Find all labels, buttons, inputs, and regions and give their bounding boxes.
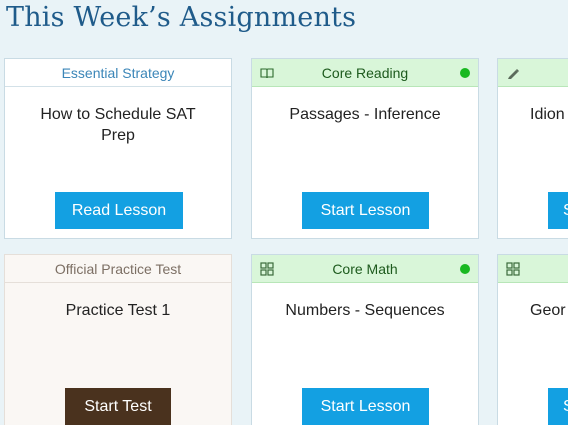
assignment-card-partial: Idion S xyxy=(497,58,568,239)
card-title: How to Schedule SAT Prep xyxy=(40,106,196,144)
card-category: Core Math xyxy=(332,260,398,277)
pencil-icon xyxy=(506,66,520,80)
grid-icon xyxy=(260,262,274,276)
card-category: Essential Strategy xyxy=(5,59,231,87)
assignment-card-core-reading: Core Reading Passages - Inference Start … xyxy=(251,58,479,239)
card-header: Core Reading xyxy=(252,59,478,87)
status-dot-icon xyxy=(460,264,470,274)
card-header xyxy=(498,255,568,283)
assignment-card-strategy: Essential Strategy How to Schedule SAT P… xyxy=(4,58,232,239)
grid-icon xyxy=(506,262,520,276)
start-test-button[interactable]: Start Test xyxy=(65,388,171,425)
start-lesson-button[interactable]: Start Lesson xyxy=(302,388,429,425)
book-icon xyxy=(260,66,274,80)
card-header xyxy=(498,59,568,87)
card-title: Practice Test 1 xyxy=(65,302,171,319)
card-title: Idion xyxy=(530,106,565,123)
start-button[interactable]: S xyxy=(548,192,568,229)
assignments-page: This Week’s Assignments Essential Strate… xyxy=(0,0,568,425)
page-title: This Week’s Assignments xyxy=(6,2,357,33)
card-category: Core Reading xyxy=(321,64,409,81)
assignment-card-core-math: Core Math Numbers - Sequences Start Less… xyxy=(251,254,479,425)
card-title: Passages - Inference xyxy=(289,106,441,123)
start-button[interactable]: S xyxy=(548,388,568,425)
start-lesson-button[interactable]: Start Lesson xyxy=(302,192,429,229)
card-header: Core Math xyxy=(252,255,478,283)
read-lesson-button[interactable]: Read Lesson xyxy=(55,192,183,229)
assignment-card-practice-test: Official Practice Test Practice Test 1 S… xyxy=(4,254,232,425)
card-category: Official Practice Test xyxy=(5,255,231,283)
assignment-card-partial: Geor S xyxy=(497,254,568,425)
card-title: Geor xyxy=(530,302,566,319)
card-title: Numbers - Sequences xyxy=(285,302,445,319)
status-dot-icon xyxy=(460,68,470,78)
